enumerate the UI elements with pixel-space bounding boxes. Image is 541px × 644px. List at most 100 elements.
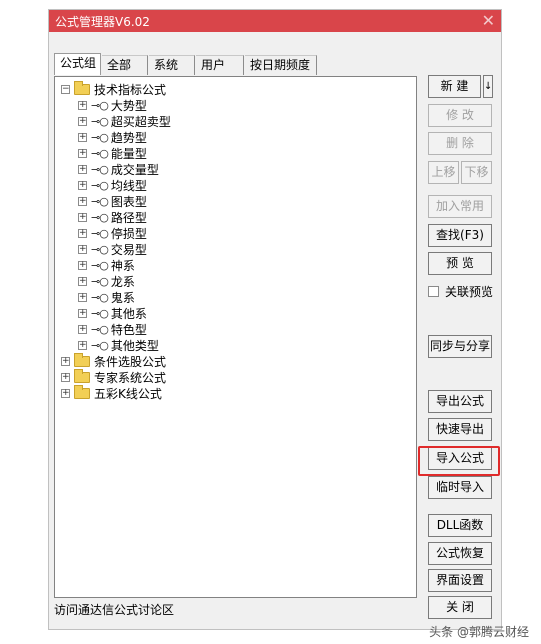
expand-icon[interactable]: + bbox=[78, 148, 87, 158]
folder-icon bbox=[74, 352, 90, 367]
tree-group-stock-selection[interactable]: + 条件选股公式 bbox=[61, 352, 167, 369]
tree-group-label: 技术指标公式 bbox=[94, 82, 167, 97]
expand-icon[interactable]: + bbox=[78, 164, 87, 174]
tree-group-label: 五彩K线公式 bbox=[94, 386, 162, 401]
expand-icon[interactable]: + bbox=[78, 180, 87, 190]
tree-item[interactable]: + ⊸○ 路径型 bbox=[78, 209, 147, 225]
tab-formula-group[interactable]: 公式组 bbox=[54, 53, 101, 75]
expand-icon[interactable]: + bbox=[78, 196, 87, 206]
tree-item-label: 趋势型 bbox=[110, 130, 147, 145]
tree-item[interactable]: + ⊸○ 交易型 bbox=[78, 241, 147, 257]
tree-item[interactable]: + ⊸○ 特色型 bbox=[78, 321, 147, 337]
tree-item[interactable]: + ⊸○ 鬼系 bbox=[78, 289, 135, 305]
tab-user[interactable]: 用户 bbox=[196, 55, 244, 75]
key-icon: ⊸○ bbox=[91, 322, 109, 336]
expand-icon[interactable]: + bbox=[78, 132, 87, 142]
tree-group-label: 条件选股公式 bbox=[94, 354, 167, 369]
temp-import-button[interactable]: 临时导入 bbox=[428, 476, 492, 499]
tree-item-label: 神系 bbox=[110, 258, 135, 273]
tree-item[interactable]: + ⊸○ 能量型 bbox=[78, 145, 147, 161]
close-button[interactable]: 关 闭 bbox=[428, 596, 492, 619]
export-button[interactable]: 导出公式 bbox=[428, 390, 492, 413]
tree-item[interactable]: + ⊸○ 其他系 bbox=[78, 305, 147, 321]
dll-button[interactable]: DLL函数 bbox=[428, 514, 492, 537]
expand-icon[interactable]: + bbox=[78, 276, 87, 286]
key-icon: ⊸○ bbox=[91, 146, 109, 160]
delete-button[interactable]: 删 除 bbox=[428, 132, 492, 155]
key-icon: ⊸○ bbox=[91, 194, 109, 208]
tree-item[interactable]: + ⊸○ 龙系 bbox=[78, 273, 135, 289]
key-icon: ⊸○ bbox=[91, 98, 109, 112]
tree-item[interactable]: + ⊸○ 大势型 bbox=[78, 97, 147, 113]
folder-icon bbox=[74, 368, 90, 383]
key-icon: ⊸○ bbox=[91, 210, 109, 224]
link-preview-option[interactable]: 关联预览 bbox=[428, 283, 493, 300]
expand-icon[interactable]: + bbox=[61, 388, 70, 398]
tree-item[interactable]: + ⊸○ 图表型 bbox=[78, 193, 147, 209]
tree-item-label: 大势型 bbox=[110, 98, 147, 113]
expand-icon[interactable]: + bbox=[78, 244, 87, 254]
expand-icon[interactable]: + bbox=[78, 292, 87, 302]
tree-item[interactable]: + ⊸○ 其他类型 bbox=[78, 337, 159, 353]
key-icon: ⊸○ bbox=[91, 258, 109, 272]
expand-icon[interactable]: + bbox=[78, 100, 87, 110]
tree-item[interactable]: + ⊸○ 趋势型 bbox=[78, 129, 147, 145]
expand-icon[interactable]: + bbox=[61, 372, 70, 382]
add-common-button[interactable]: 加入常用 bbox=[428, 195, 492, 218]
tree-item[interactable]: + ⊸○ 成交量型 bbox=[78, 161, 159, 177]
expand-icon[interactable]: + bbox=[78, 116, 87, 126]
expand-icon[interactable]: + bbox=[78, 340, 87, 350]
tree-item-label: 龙系 bbox=[110, 274, 135, 289]
tree-group-label: 专家系统公式 bbox=[94, 370, 167, 385]
formula-tree[interactable]: − 技术指标公式 + ⊸○ 大势型 + ⊸○ 超买超卖型 + ⊸○ 趋势型 + ⊸○ 能量型 +… bbox=[54, 76, 417, 598]
ui-settings-button[interactable]: 界面设置 bbox=[428, 569, 492, 592]
key-icon: ⊸○ bbox=[91, 290, 109, 304]
move-down-button[interactable]: 下移 bbox=[461, 161, 492, 184]
tree-item-label: 超买超卖型 bbox=[110, 114, 171, 129]
tree-group-expert-system[interactable]: + 专家系统公式 bbox=[61, 368, 167, 385]
new-dropdown-button[interactable]: ↓ bbox=[483, 75, 493, 98]
close-icon[interactable]: ✕ bbox=[482, 11, 495, 30]
find-button[interactable]: 查找(F3) bbox=[428, 224, 492, 247]
tree-group-colored-kline[interactable]: + 五彩K线公式 bbox=[61, 384, 162, 401]
tree-item-label: 成交量型 bbox=[110, 162, 159, 177]
expand-icon[interactable]: + bbox=[61, 356, 70, 366]
tree-item[interactable]: + ⊸○ 停损型 bbox=[78, 225, 147, 241]
window-title: 公式管理器V6.02 bbox=[55, 15, 150, 29]
tab-system[interactable]: 系统 bbox=[149, 55, 195, 75]
tree-item[interactable]: + ⊸○ 神系 bbox=[78, 257, 135, 273]
expand-icon[interactable]: + bbox=[78, 324, 87, 334]
restore-button[interactable]: 公式恢复 bbox=[428, 542, 492, 565]
expand-icon[interactable]: + bbox=[78, 308, 87, 318]
expand-icon[interactable]: + bbox=[78, 260, 87, 270]
expand-icon[interactable]: + bbox=[78, 212, 87, 222]
collapse-icon[interactable]: − bbox=[61, 84, 70, 94]
tree-item[interactable]: + ⊸○ 均线型 bbox=[78, 177, 147, 193]
tree-item-label: 其他类型 bbox=[110, 338, 159, 353]
forum-link[interactable]: 访问通达信公式讨论区 bbox=[54, 601, 174, 618]
folder-icon bbox=[74, 384, 90, 399]
key-icon: ⊸○ bbox=[91, 274, 109, 288]
tree-item[interactable]: + ⊸○ 超买超卖型 bbox=[78, 113, 171, 129]
move-up-button[interactable]: 上移 bbox=[428, 161, 459, 184]
preview-button[interactable]: 预 览 bbox=[428, 252, 492, 275]
tree-item-label: 能量型 bbox=[110, 146, 147, 161]
tree-item-label: 均线型 bbox=[110, 178, 147, 193]
tab-date-frequency[interactable]: 按日期频度 bbox=[245, 55, 317, 75]
key-icon: ⊸○ bbox=[91, 306, 109, 320]
key-icon: ⊸○ bbox=[91, 162, 109, 176]
quick-export-button[interactable]: 快速导出 bbox=[428, 418, 492, 441]
edit-button[interactable]: 修 改 bbox=[428, 104, 492, 127]
sync-share-button[interactable]: 同步与分享 bbox=[428, 335, 492, 358]
tree-item-label: 路径型 bbox=[110, 210, 147, 225]
tree-item-label: 图表型 bbox=[110, 194, 147, 209]
tree-item-label: 其他系 bbox=[110, 306, 147, 321]
link-preview-checkbox[interactable] bbox=[428, 286, 439, 297]
formula-manager-window: 公式管理器V6.02 ✕ 公式组 全部 系统 用户 按日期频度 − 技术指标公式… bbox=[48, 9, 502, 630]
key-icon: ⊸○ bbox=[91, 130, 109, 144]
expand-icon[interactable]: + bbox=[78, 228, 87, 238]
tab-all[interactable]: 全部 bbox=[102, 55, 148, 75]
tree-item-label: 鬼系 bbox=[110, 290, 135, 305]
new-button[interactable]: 新 建 bbox=[428, 75, 481, 98]
tree-group-technical[interactable]: − 技术指标公式 bbox=[61, 80, 167, 97]
